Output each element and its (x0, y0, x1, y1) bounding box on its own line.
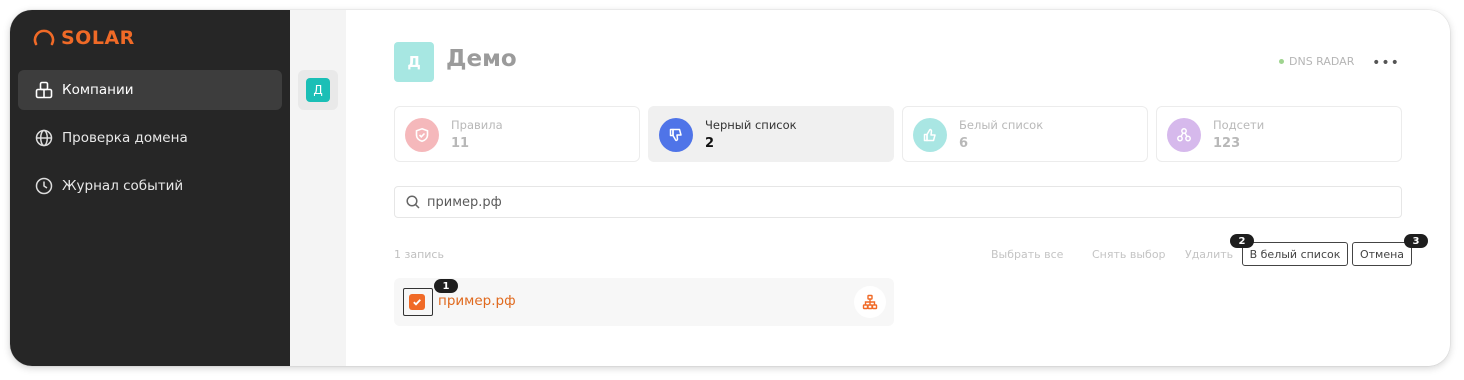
shield-icon (405, 118, 439, 152)
stat-card-blacklist[interactable]: Черный список 2 (648, 106, 894, 162)
search-input[interactable] (427, 194, 1327, 210)
select-all-link[interactable]: Выбрать все (991, 248, 1063, 261)
list-item[interactable]: пример.рф (394, 278, 894, 326)
deselect-link[interactable]: Снять выбор (1092, 248, 1166, 261)
thumbs-down-icon (659, 118, 693, 152)
dns-radar-status: DNS RADAR (1279, 55, 1354, 68)
cancel-button[interactable]: Отмена (1352, 242, 1412, 266)
hierarchy-button[interactable] (854, 286, 886, 318)
page-title: Демо (446, 46, 517, 72)
hierarchy-icon (862, 294, 878, 310)
sidebar-item-label: Журнал событий (62, 178, 184, 194)
stat-card-whitelist[interactable]: Белый список 6 (902, 106, 1148, 162)
search-box (394, 186, 1402, 218)
more-menu-button[interactable]: ••• (1372, 50, 1400, 76)
sidebar-item-event-log[interactable]: Журнал событий (18, 166, 282, 206)
search-icon (406, 195, 420, 209)
step-badge-1: 1 (434, 279, 458, 293)
stat-card-rules[interactable]: Правила 11 (394, 106, 640, 162)
stat-value: 11 (451, 136, 470, 151)
stat-value: 6 (959, 136, 969, 151)
status-dot-icon (1279, 59, 1284, 64)
network-icon (1167, 118, 1201, 152)
step-badge-3: 3 (1404, 234, 1428, 248)
step-badge-2: 2 (1230, 234, 1254, 248)
company-selector-item[interactable]: Д (298, 70, 338, 110)
solar-logo-icon (33, 29, 55, 46)
clock-icon (34, 176, 54, 196)
more-icon: ••• (1372, 55, 1400, 71)
building-icon (34, 80, 54, 100)
company-avatar-large: Д (394, 42, 434, 82)
sidebar-item-label: Проверка домена (62, 130, 188, 146)
check-icon (413, 299, 421, 306)
company-avatar: Д (306, 78, 330, 102)
stat-label: Белый список (959, 118, 1044, 132)
logo: SOLAR (33, 26, 135, 50)
main-content: Д Демо DNS RADAR ••• Правила 11 Черный с… (346, 10, 1450, 366)
company-strip: Д (290, 10, 346, 366)
delete-link[interactable]: Удалить (1185, 248, 1233, 261)
sidebar: SOLAR Компании Проверка домена Журнал со… (10, 10, 290, 366)
stat-card-subnets[interactable]: Подсети 123 (1156, 106, 1402, 162)
row-checkbox[interactable] (409, 294, 425, 310)
sidebar-item-domain-check[interactable]: Проверка домена (18, 118, 282, 158)
domain-name: пример.рф (438, 293, 516, 309)
globe-icon (34, 128, 54, 148)
stat-label: Подсети (1213, 118, 1265, 132)
stat-value: 123 (1213, 136, 1241, 151)
stat-label: Черный список (705, 118, 797, 132)
thumbs-up-icon (913, 118, 947, 152)
stat-value: 2 (705, 136, 715, 151)
app-window: SOLAR Компании Проверка домена Журнал со… (10, 10, 1450, 366)
sidebar-item-companies[interactable]: Компании (18, 70, 282, 110)
sidebar-item-label: Компании (62, 82, 134, 98)
record-count: 1 запись (394, 248, 444, 261)
stat-label: Правила (451, 118, 503, 132)
status-label: DNS RADAR (1289, 55, 1355, 68)
logo-text: SOLAR (61, 27, 135, 49)
to-whitelist-button[interactable]: В белый список (1242, 242, 1348, 266)
